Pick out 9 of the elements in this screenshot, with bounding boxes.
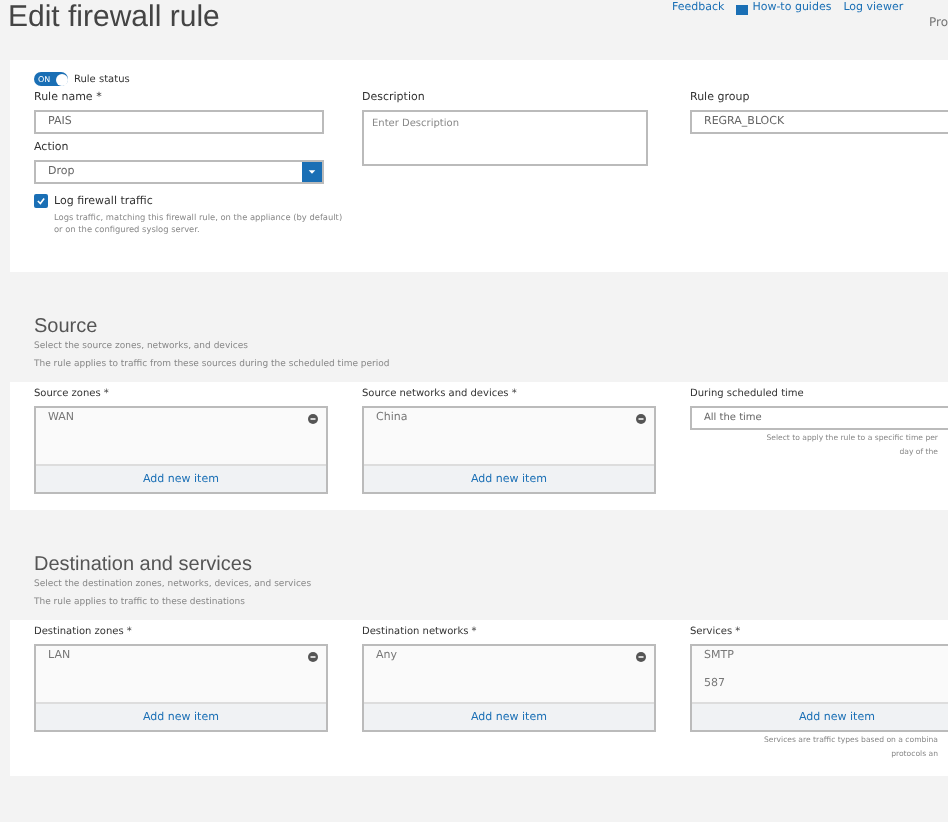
page-title: Edit firewall rule xyxy=(6,0,220,34)
remove-icon[interactable] xyxy=(308,652,318,662)
section-title: Source xyxy=(34,316,100,338)
log-checkbox[interactable] xyxy=(34,194,48,208)
remove-icon[interactable] xyxy=(636,414,646,424)
remove-icon[interactable] xyxy=(308,414,318,424)
caret-icon xyxy=(302,162,322,182)
section-title: Destination and services xyxy=(34,554,254,576)
remove-icon[interactable] xyxy=(636,652,646,662)
